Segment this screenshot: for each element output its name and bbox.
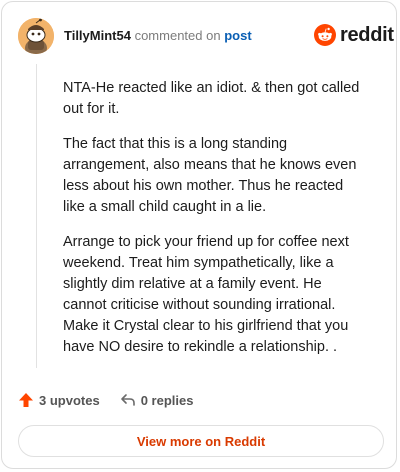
- username-link[interactable]: TillyMint54: [64, 28, 131, 43]
- post-link[interactable]: post: [224, 28, 251, 43]
- view-more-button[interactable]: View more on Reddit: [18, 425, 384, 457]
- upvote-count: 3 upvotes: [39, 392, 100, 408]
- thread-line: [36, 64, 37, 368]
- upvote-arrow-icon: [19, 393, 33, 407]
- reply-count: 0 replies: [140, 392, 194, 408]
- comment-card: TillyMint54 commented on post reddit NTA…: [1, 1, 397, 469]
- reddit-logo[interactable]: reddit: [314, 22, 394, 48]
- reply-arrow-icon: [120, 394, 135, 406]
- reddit-wordmark: reddit: [340, 24, 394, 46]
- comment-body: NTA-He reacted like an idiot. & then got…: [63, 78, 363, 372]
- comment-paragraph: The fact that this is a long standing ar…: [63, 136, 357, 215]
- comment-actions: 3 upvotes 0 replies: [18, 390, 193, 410]
- comment-header: TillyMint54 commented on post: [64, 28, 252, 44]
- comment-paragraph: NTA-He reacted like an idiot. & then got…: [63, 80, 360, 117]
- user-avatar[interactable]: [18, 18, 54, 54]
- commented-on-text: commented on: [134, 28, 221, 43]
- reddit-logo-icon: [314, 24, 336, 46]
- snoo-avatar-icon: [18, 18, 54, 54]
- comment-paragraph: Arrange to pick your friend up for coffe…: [63, 234, 349, 355]
- upvote-button[interactable]: 3 upvotes: [18, 392, 100, 408]
- reply-button[interactable]: 0 replies: [120, 392, 194, 408]
